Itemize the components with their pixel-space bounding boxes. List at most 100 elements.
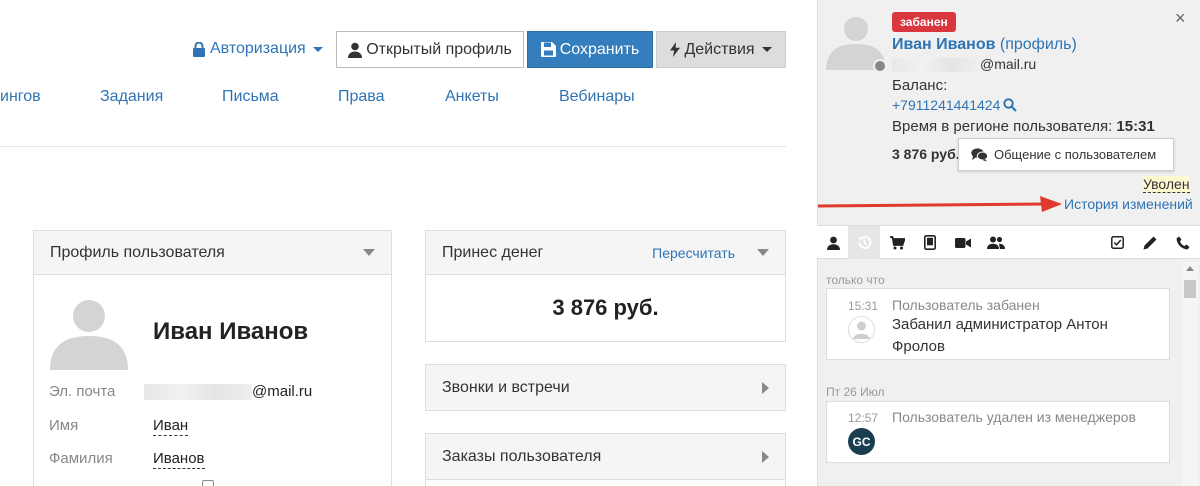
tab-webinars[interactable] <box>947 226 979 259</box>
calls-panel[interactable]: Звонки и встречи <box>425 364 786 411</box>
tablet-icon <box>924 235 936 250</box>
recalculate-link[interactable]: Пересчитать <box>652 245 735 261</box>
sidebar-email: @mail.ru <box>892 56 1037 73</box>
tab-groups[interactable] <box>980 226 1012 259</box>
actions-dropdown[interactable]: Действия <box>656 31 786 68</box>
nav-item-tasks[interactable]: Задания <box>100 88 163 106</box>
feed-date-label: только что <box>826 273 885 287</box>
lightning-icon <box>670 42 681 57</box>
balance-label: Баланс: <box>892 77 948 94</box>
orders-panel[interactable]: Заказы пользователя <box>425 433 786 486</box>
users-icon <box>987 236 1005 249</box>
floppy-disk-icon <box>540 42 556 57</box>
calls-panel-header[interactable]: Звонки и встречи <box>426 365 785 410</box>
save-button[interactable]: Сохранить <box>527 31 653 68</box>
chat-icon <box>971 147 988 162</box>
fired-status[interactable]: Уволен <box>1143 176 1190 193</box>
feed-time: 15:31 <box>848 299 879 313</box>
open-profile-button[interactable]: Открытый профиль <box>336 31 524 68</box>
tab-notes[interactable] <box>1134 226 1166 259</box>
tab-profile[interactable] <box>817 226 849 259</box>
red-arrow-annotation <box>818 196 1062 212</box>
nav-divider <box>0 146 786 147</box>
sidebar-email-domain: @mail.ru <box>980 56 1037 72</box>
last-name-label: Фамилия <box>49 450 113 467</box>
email-label: Эл. почта <box>49 383 116 400</box>
chevron-down-icon <box>761 47 772 52</box>
sidebar-amount: 3 876 руб. <box>892 146 960 162</box>
search-icon[interactable] <box>1003 98 1018 112</box>
checkbox-icon <box>1110 236 1124 249</box>
change-history-link[interactable]: История изменений <box>1064 196 1193 212</box>
user-avatar-icon <box>50 300 128 370</box>
feed-title: Пользователь забанен <box>892 297 1040 313</box>
chevron-down-icon <box>312 46 323 52</box>
chat-with-user-button[interactable]: Общение с пользователем <box>958 138 1174 171</box>
video-camera-icon <box>955 237 971 248</box>
phone-icon <box>1176 236 1190 249</box>
profile-panel-title: Профиль пользователя <box>50 243 225 261</box>
scroll-up-arrow-icon[interactable] <box>1186 266 1194 271</box>
orders-panel-header[interactable]: Заказы пользователя <box>426 434 785 480</box>
manager-avatar: GC <box>848 428 875 455</box>
profile-panel-header[interactable]: Профиль пользователя <box>34 231 391 275</box>
first-name-field[interactable]: Иван <box>153 417 189 436</box>
region-time: Время в регионе пользователя: 15:31 <box>892 118 1155 135</box>
chat-label: Общение с пользователем <box>994 147 1157 162</box>
email-value: @mail.ru <box>144 383 313 401</box>
save-label: Сохранить <box>559 40 640 58</box>
region-time-value: 15:31 <box>1116 118 1155 135</box>
money-panel: Принес денег Пересчитать 3 876 руб. <box>425 230 786 342</box>
tab-tasks[interactable] <box>1101 226 1133 259</box>
email-domain: @mail.ru <box>252 383 313 400</box>
tab-calls[interactable] <box>1167 226 1199 259</box>
authorization-dropdown[interactable]: Авторизация <box>192 38 323 60</box>
checkbox[interactable] <box>202 480 214 486</box>
region-time-label: Время в регионе пользователя: <box>892 118 1117 135</box>
feed-time: 12:57 <box>848 411 879 425</box>
nav-item-partial[interactable]: ингов <box>0 88 41 106</box>
chevron-down-icon <box>757 249 769 256</box>
first-name-label: Имя <box>49 417 79 434</box>
authorization-label: Авторизация <box>210 40 306 57</box>
nav-item-surveys[interactable]: Анкеты <box>445 88 499 106</box>
tab-devices[interactable] <box>914 226 946 259</box>
chevron-down-icon <box>363 249 375 256</box>
tab-orders[interactable] <box>881 226 913 259</box>
banned-badge: забанен <box>892 12 956 32</box>
user-icon <box>826 236 840 250</box>
blurred-email <box>892 58 980 73</box>
cart-icon <box>889 235 905 249</box>
open-profile-label: Открытый профиль <box>366 40 512 58</box>
chevron-right-icon <box>762 381 769 394</box>
sidebar-profile-suffix: (профиль) <box>995 36 1077 53</box>
money-panel-header[interactable]: Принес денег Пересчитать <box>426 231 785 275</box>
feed-title: Пользователь удален из менеджеров <box>892 409 1136 425</box>
money-panel-title: Принес денег <box>442 243 544 261</box>
close-icon[interactable]: × <box>1175 8 1186 29</box>
calls-panel-title: Звонки и встречи <box>442 378 570 396</box>
user-icon <box>348 42 363 58</box>
last-name-field[interactable]: Иванов <box>153 450 205 469</box>
blurred-email <box>144 384 252 401</box>
orders-panel-title: Заказы пользователя <box>442 447 602 465</box>
sidebar-tabs <box>817 225 1200 259</box>
sidebar-name-text: Иван Иванов <box>892 36 996 53</box>
actions-label: Действия <box>684 40 755 58</box>
feed-body: Забанил администратор Антон Фролов <box>892 316 1108 355</box>
scrollbar-thumb[interactable] <box>1184 280 1196 298</box>
nav-item-webinars[interactable]: Вебинары <box>559 88 635 106</box>
pencil-icon <box>1143 236 1157 249</box>
lock-icon <box>193 41 205 57</box>
money-amount: 3 876 руб. <box>552 295 659 320</box>
status-indicator <box>873 59 887 73</box>
chevron-right-icon <box>762 450 769 463</box>
tab-history[interactable] <box>848 226 880 259</box>
nav-item-letters[interactable]: Письма <box>222 88 279 106</box>
sidebar-user-name[interactable]: Иван Иванов (профиль) <box>892 36 1077 54</box>
phone-number: +7911241441424 <box>892 97 1001 113</box>
phone-link[interactable]: +7911241441424 <box>892 97 1018 113</box>
user-avatar-icon <box>848 316 875 343</box>
profile-name: Иван Иванов <box>153 318 309 345</box>
nav-item-rights[interactable]: Права <box>338 88 385 106</box>
